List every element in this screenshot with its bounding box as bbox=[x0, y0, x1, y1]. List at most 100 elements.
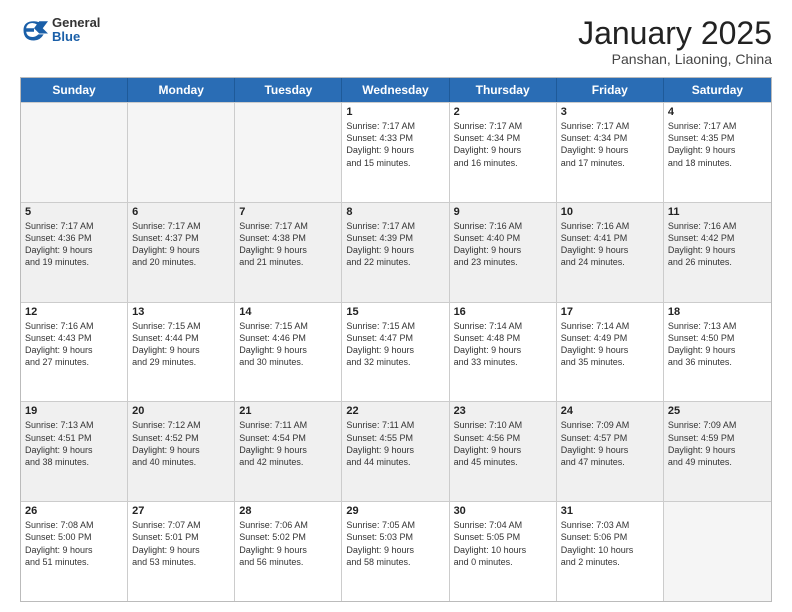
cell-line-11-1: Sunset: 4:42 PM bbox=[668, 232, 767, 244]
day-number-8: 8 bbox=[346, 206, 444, 218]
calendar-cell-24: 24Sunrise: 7:09 AMSunset: 4:57 PMDayligh… bbox=[557, 402, 664, 501]
cell-line-30-1: Sunset: 5:05 PM bbox=[454, 531, 552, 543]
cell-line-19-2: Daylight: 9 hours bbox=[25, 444, 123, 456]
cell-line-22-2: Daylight: 9 hours bbox=[346, 444, 444, 456]
day-number-12: 12 bbox=[25, 306, 123, 318]
calendar-row-1: 5Sunrise: 7:17 AMSunset: 4:36 PMDaylight… bbox=[21, 202, 771, 302]
cell-line-6-3: and 20 minutes. bbox=[132, 256, 230, 268]
cell-line-1-3: and 15 minutes. bbox=[346, 157, 444, 169]
weekday-header-sunday: Sunday bbox=[21, 78, 128, 102]
calendar-cell-5: 5Sunrise: 7:17 AMSunset: 4:36 PMDaylight… bbox=[21, 203, 128, 302]
cell-line-17-2: Daylight: 9 hours bbox=[561, 344, 659, 356]
day-number-14: 14 bbox=[239, 306, 337, 318]
cell-line-30-3: and 0 minutes. bbox=[454, 556, 552, 568]
calendar-cell-3: 3Sunrise: 7:17 AMSunset: 4:34 PMDaylight… bbox=[557, 103, 664, 202]
day-number-20: 20 bbox=[132, 405, 230, 417]
cell-line-9-2: Daylight: 9 hours bbox=[454, 244, 552, 256]
day-number-31: 31 bbox=[561, 505, 659, 517]
month-title: January 2025 bbox=[578, 16, 772, 51]
logo: General Blue bbox=[20, 16, 100, 45]
cell-line-7-2: Daylight: 9 hours bbox=[239, 244, 337, 256]
cell-line-2-0: Sunrise: 7:17 AM bbox=[454, 120, 552, 132]
cell-line-9-3: and 23 minutes. bbox=[454, 256, 552, 268]
calendar-cell-19: 19Sunrise: 7:13 AMSunset: 4:51 PMDayligh… bbox=[21, 402, 128, 501]
logo-blue-text: Blue bbox=[52, 30, 100, 44]
cell-line-20-2: Daylight: 9 hours bbox=[132, 444, 230, 456]
calendar-cell-15: 15Sunrise: 7:15 AMSunset: 4:47 PMDayligh… bbox=[342, 303, 449, 402]
cell-line-3-3: and 17 minutes. bbox=[561, 157, 659, 169]
weekday-header-thursday: Thursday bbox=[450, 78, 557, 102]
cell-line-13-1: Sunset: 4:44 PM bbox=[132, 332, 230, 344]
cell-line-9-0: Sunrise: 7:16 AM bbox=[454, 220, 552, 232]
day-number-30: 30 bbox=[454, 505, 552, 517]
cell-line-18-3: and 36 minutes. bbox=[668, 356, 767, 368]
cell-line-6-2: Daylight: 9 hours bbox=[132, 244, 230, 256]
cell-line-31-1: Sunset: 5:06 PM bbox=[561, 531, 659, 543]
cell-line-24-2: Daylight: 9 hours bbox=[561, 444, 659, 456]
calendar-cell-9: 9Sunrise: 7:16 AMSunset: 4:40 PMDaylight… bbox=[450, 203, 557, 302]
calendar-row-3: 19Sunrise: 7:13 AMSunset: 4:51 PMDayligh… bbox=[21, 401, 771, 501]
day-number-9: 9 bbox=[454, 206, 552, 218]
cell-line-2-1: Sunset: 4:34 PM bbox=[454, 132, 552, 144]
cell-line-28-0: Sunrise: 7:06 AM bbox=[239, 519, 337, 531]
cell-line-13-0: Sunrise: 7:15 AM bbox=[132, 320, 230, 332]
cell-line-4-2: Daylight: 9 hours bbox=[668, 144, 767, 156]
cell-line-27-1: Sunset: 5:01 PM bbox=[132, 531, 230, 543]
day-number-18: 18 bbox=[668, 306, 767, 318]
cell-line-20-0: Sunrise: 7:12 AM bbox=[132, 419, 230, 431]
cell-line-25-3: and 49 minutes. bbox=[668, 456, 767, 468]
cell-line-16-1: Sunset: 4:48 PM bbox=[454, 332, 552, 344]
cell-line-7-3: and 21 minutes. bbox=[239, 256, 337, 268]
cell-line-10-0: Sunrise: 7:16 AM bbox=[561, 220, 659, 232]
calendar-cell-1: 1Sunrise: 7:17 AMSunset: 4:33 PMDaylight… bbox=[342, 103, 449, 202]
cell-line-10-2: Daylight: 9 hours bbox=[561, 244, 659, 256]
day-number-1: 1 bbox=[346, 106, 444, 118]
cell-line-10-1: Sunset: 4:41 PM bbox=[561, 232, 659, 244]
cell-line-1-0: Sunrise: 7:17 AM bbox=[346, 120, 444, 132]
cell-line-27-2: Daylight: 9 hours bbox=[132, 544, 230, 556]
calendar-row-4: 26Sunrise: 7:08 AMSunset: 5:00 PMDayligh… bbox=[21, 501, 771, 601]
cell-line-15-3: and 32 minutes. bbox=[346, 356, 444, 368]
calendar-cell-empty-0-0 bbox=[21, 103, 128, 202]
weekday-header-friday: Friday bbox=[557, 78, 664, 102]
cell-line-5-3: and 19 minutes. bbox=[25, 256, 123, 268]
cell-line-16-0: Sunrise: 7:14 AM bbox=[454, 320, 552, 332]
cell-line-31-0: Sunrise: 7:03 AM bbox=[561, 519, 659, 531]
cell-line-13-2: Daylight: 9 hours bbox=[132, 344, 230, 356]
day-number-29: 29 bbox=[346, 505, 444, 517]
day-number-4: 4 bbox=[668, 106, 767, 118]
cell-line-11-2: Daylight: 9 hours bbox=[668, 244, 767, 256]
cell-line-24-1: Sunset: 4:57 PM bbox=[561, 432, 659, 444]
cell-line-12-0: Sunrise: 7:16 AM bbox=[25, 320, 123, 332]
calendar-cell-28: 28Sunrise: 7:06 AMSunset: 5:02 PMDayligh… bbox=[235, 502, 342, 601]
cell-line-2-2: Daylight: 9 hours bbox=[454, 144, 552, 156]
cell-line-18-2: Daylight: 9 hours bbox=[668, 344, 767, 356]
cell-line-4-1: Sunset: 4:35 PM bbox=[668, 132, 767, 144]
day-number-2: 2 bbox=[454, 106, 552, 118]
weekday-header-tuesday: Tuesday bbox=[235, 78, 342, 102]
cell-line-16-2: Daylight: 9 hours bbox=[454, 344, 552, 356]
cell-line-24-0: Sunrise: 7:09 AM bbox=[561, 419, 659, 431]
cell-line-23-0: Sunrise: 7:10 AM bbox=[454, 419, 552, 431]
cell-line-12-2: Daylight: 9 hours bbox=[25, 344, 123, 356]
calendar-cell-13: 13Sunrise: 7:15 AMSunset: 4:44 PMDayligh… bbox=[128, 303, 235, 402]
calendar-cell-18: 18Sunrise: 7:13 AMSunset: 4:50 PMDayligh… bbox=[664, 303, 771, 402]
logo-icon bbox=[20, 16, 48, 44]
calendar-cell-empty-0-2 bbox=[235, 103, 342, 202]
cell-line-12-3: and 27 minutes. bbox=[25, 356, 123, 368]
cell-line-15-1: Sunset: 4:47 PM bbox=[346, 332, 444, 344]
calendar-cell-29: 29Sunrise: 7:05 AMSunset: 5:03 PMDayligh… bbox=[342, 502, 449, 601]
cell-line-7-1: Sunset: 4:38 PM bbox=[239, 232, 337, 244]
cell-line-22-1: Sunset: 4:55 PM bbox=[346, 432, 444, 444]
calendar-cell-10: 10 Sunrise: 7:16 AMSunset: 4:41 PMDayligh… bbox=[557, 203, 664, 302]
cell-line-4-0: Sunrise: 7:17 AM bbox=[668, 120, 767, 132]
cell-line-14-3: and 30 minutes. bbox=[239, 356, 337, 368]
calendar-cell-21: 21Sunrise: 7:11 AMSunset: 4:54 PMDayligh… bbox=[235, 402, 342, 501]
cell-line-23-2: Daylight: 9 hours bbox=[454, 444, 552, 456]
calendar-cell-4: 4 Sunrise: 7:17 AMSunset: 4:35 PMDaylight… bbox=[664, 103, 771, 202]
day-number-27: 27 bbox=[132, 505, 230, 517]
day-number-23: 23 bbox=[454, 405, 552, 417]
cell-line-15-2: Daylight: 9 hours bbox=[346, 344, 444, 356]
day-number-10: 10 bbox=[561, 206, 659, 218]
cell-line-18-0: Sunrise: 7:13 AM bbox=[668, 320, 767, 332]
